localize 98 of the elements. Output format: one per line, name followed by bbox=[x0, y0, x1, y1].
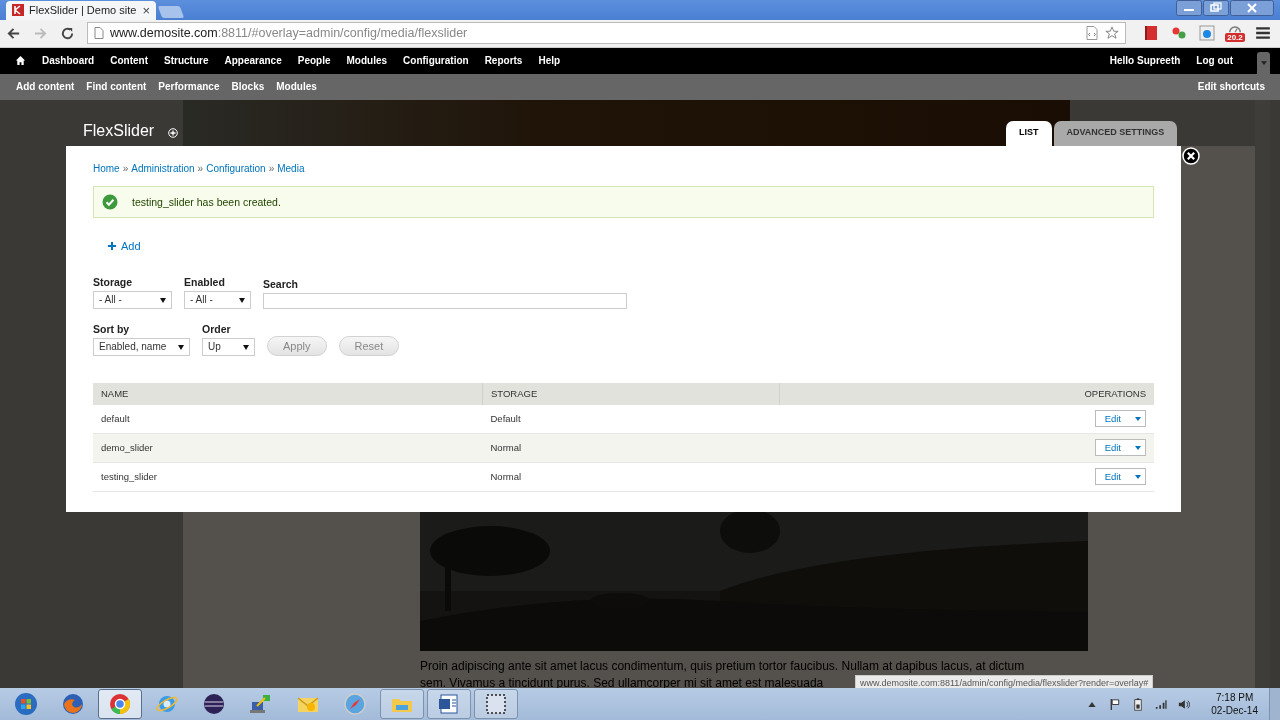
shortcut-link[interactable]: Add content bbox=[16, 81, 75, 93]
shortcut-link[interactable]: Performance bbox=[158, 81, 220, 93]
select-field[interactable]: Up bbox=[202, 337, 255, 356]
caret-icon bbox=[1135, 445, 1141, 450]
computer-plug-icon bbox=[249, 692, 273, 716]
edit-split-button[interactable]: Edit bbox=[1094, 439, 1146, 457]
table-cell: Normal bbox=[482, 462, 780, 492]
overlay-title: FlexSlider bbox=[83, 121, 155, 140]
overlay-tab[interactable]: LIST bbox=[1006, 120, 1052, 146]
caret-icon bbox=[1260, 60, 1267, 65]
globe-page-icon[interactable] bbox=[1199, 25, 1215, 42]
compass-icon bbox=[343, 692, 367, 716]
message-text: testing_slider has been created. bbox=[132, 195, 281, 208]
table-cell: testing_slider bbox=[93, 462, 483, 492]
taskbar-app[interactable] bbox=[474, 689, 518, 719]
restore-icon[interactable] bbox=[1203, 0, 1229, 16]
home-icon[interactable] bbox=[15, 55, 26, 67]
breadcrumb-separator: » bbox=[268, 163, 275, 175]
breadcrumb-link[interactable]: Media bbox=[277, 163, 305, 175]
admin-menu-item[interactable]: Appearance bbox=[224, 55, 282, 67]
browser-tab[interactable]: FlexSlider | Demo site × bbox=[6, 0, 156, 20]
code-page-icon[interactable] bbox=[1085, 26, 1099, 41]
filter-label: Sort by bbox=[93, 322, 131, 335]
taskbar-app[interactable] bbox=[427, 689, 471, 719]
plus-icon bbox=[108, 241, 116, 250]
document-icon bbox=[437, 692, 461, 716]
menu-icon[interactable] bbox=[1255, 25, 1271, 42]
clock-time[interactable]: 7:18 PM bbox=[1216, 691, 1254, 704]
table-cell: Default bbox=[482, 404, 780, 434]
chrome-logo-icon bbox=[108, 692, 132, 716]
dashed-square-icon bbox=[484, 692, 508, 716]
tab-title: FlexSlider | Demo site bbox=[29, 4, 138, 17]
table-cell: demo_slider bbox=[93, 433, 483, 463]
clock-date[interactable]: 02-Dec-14 bbox=[1211, 704, 1258, 717]
fox-globe-icon bbox=[61, 692, 85, 716]
filter-label: Storage bbox=[93, 275, 134, 288]
add-shortcut-icon[interactable] bbox=[168, 127, 178, 138]
filter-label: Enabled bbox=[184, 275, 226, 288]
book-icon[interactable] bbox=[1143, 25, 1159, 42]
shortcuts-toggle[interactable] bbox=[1257, 51, 1270, 74]
address-bar[interactable]: www.demosite.com:8811/#overlay=admin/config/media/flexslider bbox=[87, 22, 1126, 45]
shortcut-link[interactable]: Modules bbox=[276, 81, 317, 93]
admin-menu-item[interactable]: Dashboard bbox=[42, 55, 95, 67]
search-field[interactable] bbox=[263, 292, 627, 309]
close-icon[interactable] bbox=[1230, 0, 1274, 16]
breadcrumb-link[interactable]: Configuration bbox=[206, 163, 266, 175]
speed-badge: 20.2 bbox=[1225, 33, 1245, 43]
body-text: Proin adipiscing ante sit amet lacus condimentum, quis pretium tortor faucibus. Nullam at dapibus lacus, at dictum bbox=[420, 658, 1025, 673]
minimize-icon[interactable] bbox=[1176, 0, 1202, 16]
battery-icon[interactable] bbox=[1132, 697, 1145, 711]
shortcut-link[interactable]: Find content bbox=[86, 81, 147, 93]
column-header: NAME bbox=[93, 382, 483, 405]
reload-icon[interactable] bbox=[60, 25, 75, 41]
admin-menu-item[interactable]: Configuration bbox=[403, 55, 469, 67]
edit-shortcuts-link[interactable]: Edit shortcuts bbox=[1197, 81, 1265, 93]
check-icon bbox=[102, 193, 118, 210]
url-text: www.demosite.com:8811/#overlay=admin/config/media/flexslider bbox=[110, 26, 469, 41]
select-field[interactable]: - All - bbox=[184, 290, 251, 309]
breadcrumb-separator: » bbox=[122, 163, 129, 175]
admin-menu-item[interactable]: Content bbox=[110, 55, 148, 67]
edit-split-button[interactable]: Edit bbox=[1094, 468, 1146, 486]
breadcrumb-separator: » bbox=[197, 163, 204, 175]
tab-close-button[interactable]: × bbox=[142, 2, 150, 18]
scrollbar[interactable] bbox=[1255, 99, 1270, 688]
table-cell: Normal bbox=[482, 433, 780, 463]
admin-menu-item[interactable]: Reports bbox=[484, 55, 523, 67]
filter-label: Order bbox=[202, 322, 232, 335]
select-field[interactable]: Enabled, name bbox=[93, 337, 190, 356]
logo-icon bbox=[12, 4, 24, 17]
edit-split-button[interactable]: Edit bbox=[1094, 410, 1146, 428]
admin-menu-item[interactable]: Modules bbox=[346, 55, 388, 67]
volume-icon[interactable] bbox=[1178, 697, 1191, 711]
add-link[interactable]: Add bbox=[108, 239, 141, 252]
column-header: OPERATIONS bbox=[779, 382, 1154, 405]
user-greeting: Hello Supreeth bbox=[1109, 55, 1181, 67]
taskbar-app[interactable] bbox=[98, 689, 142, 719]
admin-menu-item[interactable]: Help bbox=[538, 55, 561, 67]
shortcut-link[interactable]: Blocks bbox=[231, 81, 265, 93]
table-cell: default bbox=[93, 404, 483, 434]
breadcrumb-link[interactable]: Home bbox=[93, 163, 120, 175]
logout-link[interactable]: Log out bbox=[1196, 55, 1233, 67]
signal-icon[interactable] bbox=[1155, 697, 1168, 711]
select-field[interactable]: - All - bbox=[93, 290, 172, 309]
caret-icon bbox=[1135, 416, 1141, 421]
windows-logo-icon bbox=[14, 692, 38, 716]
eclipse-icon bbox=[202, 692, 226, 716]
speedometer-icon[interactable] bbox=[1227, 24, 1243, 34]
admin-menu-item[interactable]: People bbox=[297, 55, 331, 67]
page-icon bbox=[94, 27, 104, 40]
caret-icon bbox=[1135, 474, 1141, 479]
back-icon[interactable] bbox=[6, 25, 21, 41]
breadcrumb-link[interactable]: Administration bbox=[131, 163, 195, 175]
flag-icon[interactable] bbox=[1109, 697, 1122, 711]
column-header: STORAGE bbox=[482, 382, 780, 405]
overlay-tab[interactable]: ADVANCED SETTINGS bbox=[1053, 120, 1178, 146]
admin-menu-item[interactable]: Structure bbox=[164, 55, 209, 67]
star-icon[interactable] bbox=[1105, 26, 1119, 41]
filter-label: Search bbox=[263, 277, 300, 290]
